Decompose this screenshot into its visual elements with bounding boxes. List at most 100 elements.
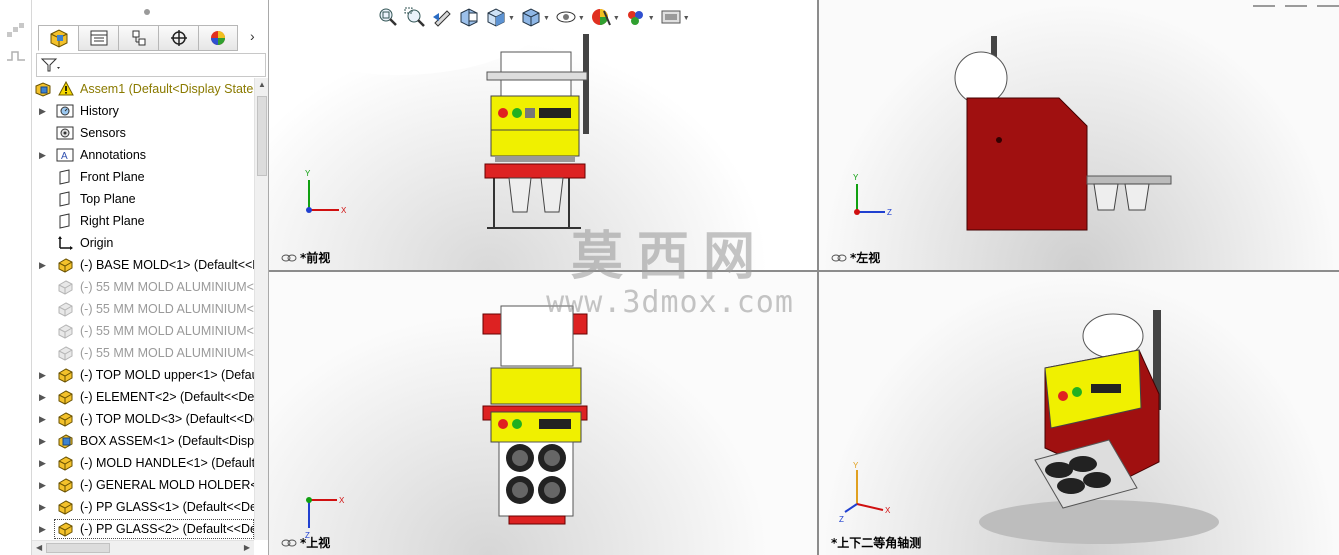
- part-icon: [56, 455, 74, 471]
- tab-configuration-manager[interactable]: [118, 25, 158, 51]
- tree-item[interactable]: Front Plane: [32, 166, 254, 188]
- tree-item[interactable]: ▶ (-) MOLD HANDLE<1> (Default<<Default>_D…: [32, 452, 254, 474]
- tree-item-label: (-) 55 MM MOLD ALUMINIUM<4>: [80, 346, 254, 360]
- tree-filter[interactable]: [36, 53, 266, 77]
- viewport-isometric[interactable]: Y X Z *上下二等角轴测: [819, 272, 1339, 555]
- scroll-left-arrow-icon[interactable]: ◀: [36, 543, 42, 552]
- expand-arrow-icon[interactable]: ▶: [39, 100, 47, 122]
- edit-appearance-icon: [590, 7, 612, 30]
- scroll-right-arrow-icon[interactable]: ▶: [244, 543, 250, 552]
- display-style-button[interactable]: ▼: [520, 7, 550, 29]
- dropdown-arrow-icon[interactable]: ▼: [683, 15, 690, 22]
- front-view-model: Y X: [269, 0, 589, 229]
- tree-item[interactable]: ▶ (-) BASE MOLD<1> (Default<<Default>_Dis…: [32, 254, 254, 276]
- tree-item-label: BOX ASSEM<1> (Default<Display State-1>): [80, 434, 254, 448]
- close-icon[interactable]: [1317, 5, 1339, 11]
- tree-root-assembly[interactable]: Assem1 (Default<Display State-1>): [32, 78, 254, 100]
- axis-x-label: X: [341, 206, 347, 215]
- part-icon: [56, 301, 74, 317]
- tree-item-label: (-) PP GLASS<2> (Default<<Default>_Displ…: [80, 522, 254, 536]
- tree-item[interactable]: ▶ BOX ASSEM<1> (Default<Display State-1>): [32, 430, 254, 452]
- view-settings-button[interactable]: ▼: [660, 7, 690, 29]
- viewport-front[interactable]: Y X ▼ ▼ ▼ ▼ ▼ ▼ *前视: [269, 0, 817, 270]
- tree-item-label: (-) BASE MOLD<1> (Default<<Default>_Disp…: [80, 258, 254, 272]
- expand-arrow-icon[interactable]: ▶: [39, 474, 47, 496]
- section-view-button[interactable]: [458, 7, 480, 29]
- tree-item[interactable]: Top Plane: [32, 188, 254, 210]
- more-tabs-button[interactable]: ›: [250, 28, 255, 44]
- plane-icon: [56, 191, 74, 207]
- tree-item[interactable]: Right Plane: [32, 210, 254, 232]
- part-icon: [56, 279, 74, 295]
- tree-item[interactable]: (-) 55 MM MOLD ALUMINIUM<3>: [32, 320, 254, 342]
- link-views-icon[interactable]: [831, 254, 847, 262]
- expand-arrow-icon[interactable]: ▶: [39, 364, 47, 386]
- expand-arrow-icon[interactable]: ▶: [39, 496, 47, 518]
- expand-arrow-icon[interactable]: ▶: [39, 386, 47, 408]
- expand-arrow-icon[interactable]: ▶: [39, 144, 47, 166]
- tree-item[interactable]: ▶ History: [32, 100, 254, 122]
- previous-view-button[interactable]: [431, 7, 453, 29]
- viewport-splitter-horizontal[interactable]: [269, 270, 1339, 272]
- previous-view-icon: [431, 7, 453, 30]
- hide-show-items-button[interactable]: ▼: [555, 7, 585, 29]
- tree-item[interactable]: ▶ A Annotations: [32, 144, 254, 166]
- apply-scene-button[interactable]: ▼: [625, 7, 655, 29]
- axis-y-label: Y: [853, 173, 859, 182]
- pulse-icon[interactable]: [6, 48, 26, 64]
- display-style-icon: [520, 7, 542, 30]
- tree-item[interactable]: ▶ (-) PP GLASS<1> (Default<<Default>_Disp…: [32, 496, 254, 518]
- minimize-icon[interactable]: [1253, 5, 1275, 11]
- tree-item-label: History: [80, 104, 119, 118]
- viewport-left[interactable]: Y Z *左视: [819, 0, 1339, 270]
- link-views-icon[interactable]: [281, 539, 297, 547]
- window-controls: [1243, 0, 1339, 7]
- dropdown-arrow-icon[interactable]: ▼: [508, 15, 515, 22]
- zoom-to-area-button[interactable]: [404, 7, 426, 29]
- tab-display-manager[interactable]: [198, 25, 238, 51]
- tree-item[interactable]: ▶ (-) TOP MOLD<3> (Default<<Default>_Disp…: [32, 408, 254, 430]
- warning-icon[interactable]: [58, 80, 74, 97]
- scroll-up-arrow-icon[interactable]: ▲: [258, 80, 266, 89]
- expand-arrow-icon[interactable]: ▶: [39, 254, 47, 276]
- expand-arrow-icon[interactable]: ▶: [39, 430, 47, 452]
- viewport-splitter-vertical[interactable]: [817, 0, 819, 555]
- scrollbar-thumb[interactable]: [46, 543, 110, 553]
- tab-dimxpert-manager[interactable]: [158, 25, 198, 51]
- edit-appearance-button[interactable]: ▼: [590, 7, 620, 29]
- tree-item[interactable]: Origin: [32, 232, 254, 254]
- zoom-to-fit-button[interactable]: [377, 7, 399, 29]
- tree-vertical-scrollbar[interactable]: ▲: [254, 78, 268, 540]
- dropdown-arrow-icon[interactable]: ▼: [578, 15, 585, 22]
- tree-item[interactable]: (-) 55 MM MOLD ALUMINIUM<2>: [32, 298, 254, 320]
- tree-item[interactable]: ▶ (-) GENERAL MOLD HOLDER<1>: [32, 474, 254, 496]
- tree-item[interactable]: ▶ (-) PP GLASS<2> (Default<<Default>_Disp…: [32, 518, 254, 540]
- assembly-icon: [34, 81, 52, 97]
- tree-item[interactable]: Sensors: [32, 122, 254, 144]
- tree-horizontal-scrollbar[interactable]: ◀ ▶: [32, 540, 254, 555]
- expand-arrow-icon[interactable]: ▶: [39, 518, 47, 540]
- tree-item-label: Assem1 (Default<Display State-1>): [80, 82, 254, 96]
- tree-item[interactable]: (-) 55 MM MOLD ALUMINIUM<4>: [32, 342, 254, 364]
- dropdown-arrow-icon[interactable]: ▼: [613, 15, 620, 22]
- part-icon: [56, 411, 74, 427]
- tab-feature-manager[interactable]: [38, 25, 78, 51]
- link-views-icon[interactable]: [281, 254, 297, 262]
- tree-item[interactable]: ▶ (-) TOP MOLD upper<1> (Default<<Default…: [32, 364, 254, 386]
- view-orientation-button[interactable]: ▼: [485, 7, 515, 29]
- filter-icon[interactable]: [40, 57, 62, 73]
- expand-arrow-icon[interactable]: ▶: [39, 408, 47, 430]
- panel-grip[interactable]: [144, 9, 150, 15]
- dropdown-arrow-icon[interactable]: ▼: [648, 15, 655, 22]
- viewport-top[interactable]: X Z *上视: [269, 272, 817, 555]
- expand-arrow-icon[interactable]: ▶: [39, 452, 47, 474]
- hierarchy-icon[interactable]: [6, 22, 26, 38]
- scrollbar-thumb[interactable]: [257, 96, 267, 176]
- tree-item[interactable]: (-) 55 MM MOLD ALUMINIUM<1>: [32, 276, 254, 298]
- tree-item-label: (-) 55 MM MOLD ALUMINIUM<1>: [80, 280, 254, 294]
- dropdown-arrow-icon[interactable]: ▼: [543, 15, 550, 22]
- zoom-to-fit-icon: [377, 7, 399, 30]
- tree-item[interactable]: ▶ (-) ELEMENT<2> (Default<<Default>_Displ…: [32, 386, 254, 408]
- tab-property-manager[interactable]: [78, 25, 118, 51]
- restore-icon[interactable]: [1285, 5, 1307, 11]
